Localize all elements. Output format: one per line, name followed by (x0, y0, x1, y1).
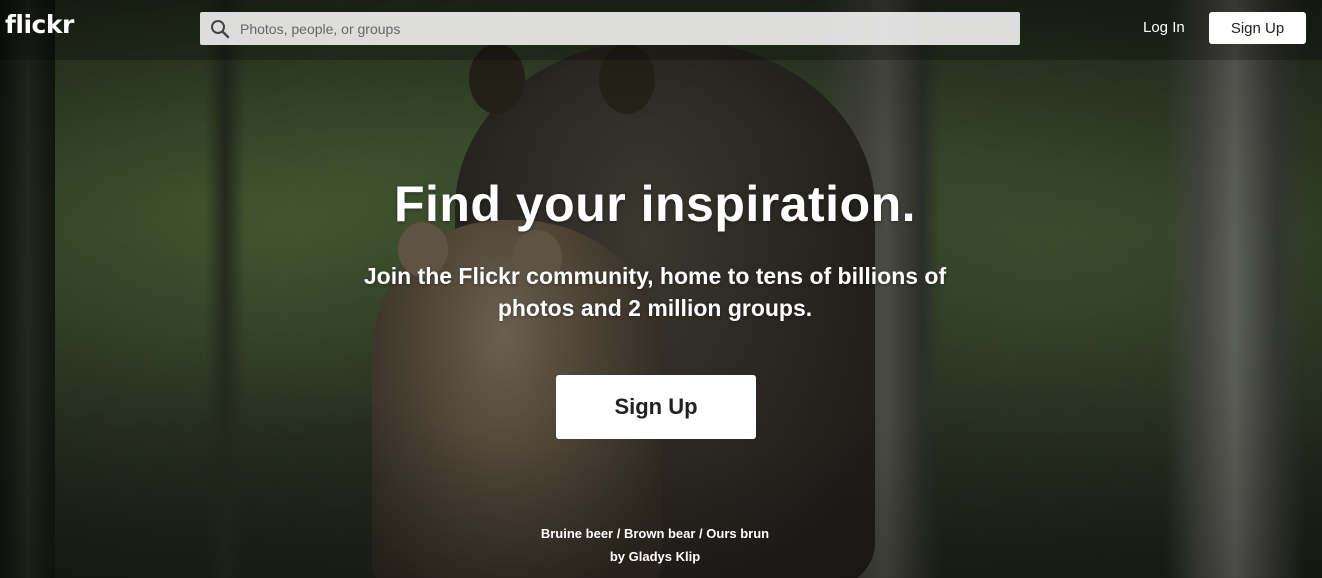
search-bar[interactable] (200, 12, 1020, 45)
search-icon[interactable] (210, 19, 230, 39)
login-link[interactable]: Log In (1143, 19, 1185, 36)
header-signup-button[interactable]: Sign Up (1209, 12, 1306, 44)
photo-credit-author[interactable]: by Gladys Klip (0, 549, 1310, 564)
hero-signup-button[interactable]: Sign Up (556, 375, 756, 439)
flickr-logo[interactable]: flickr (5, 10, 74, 39)
hero-title: Find your inspiration. (393, 176, 917, 232)
hero-subtitle: Join the Flickr community, home to tens … (363, 263, 947, 321)
photo-credit-title[interactable]: Bruine beer / Brown bear / Ours brun (0, 526, 1310, 541)
top-header: flickr Log In Sign Up (0, 0, 1322, 60)
search-input[interactable] (236, 12, 1010, 45)
